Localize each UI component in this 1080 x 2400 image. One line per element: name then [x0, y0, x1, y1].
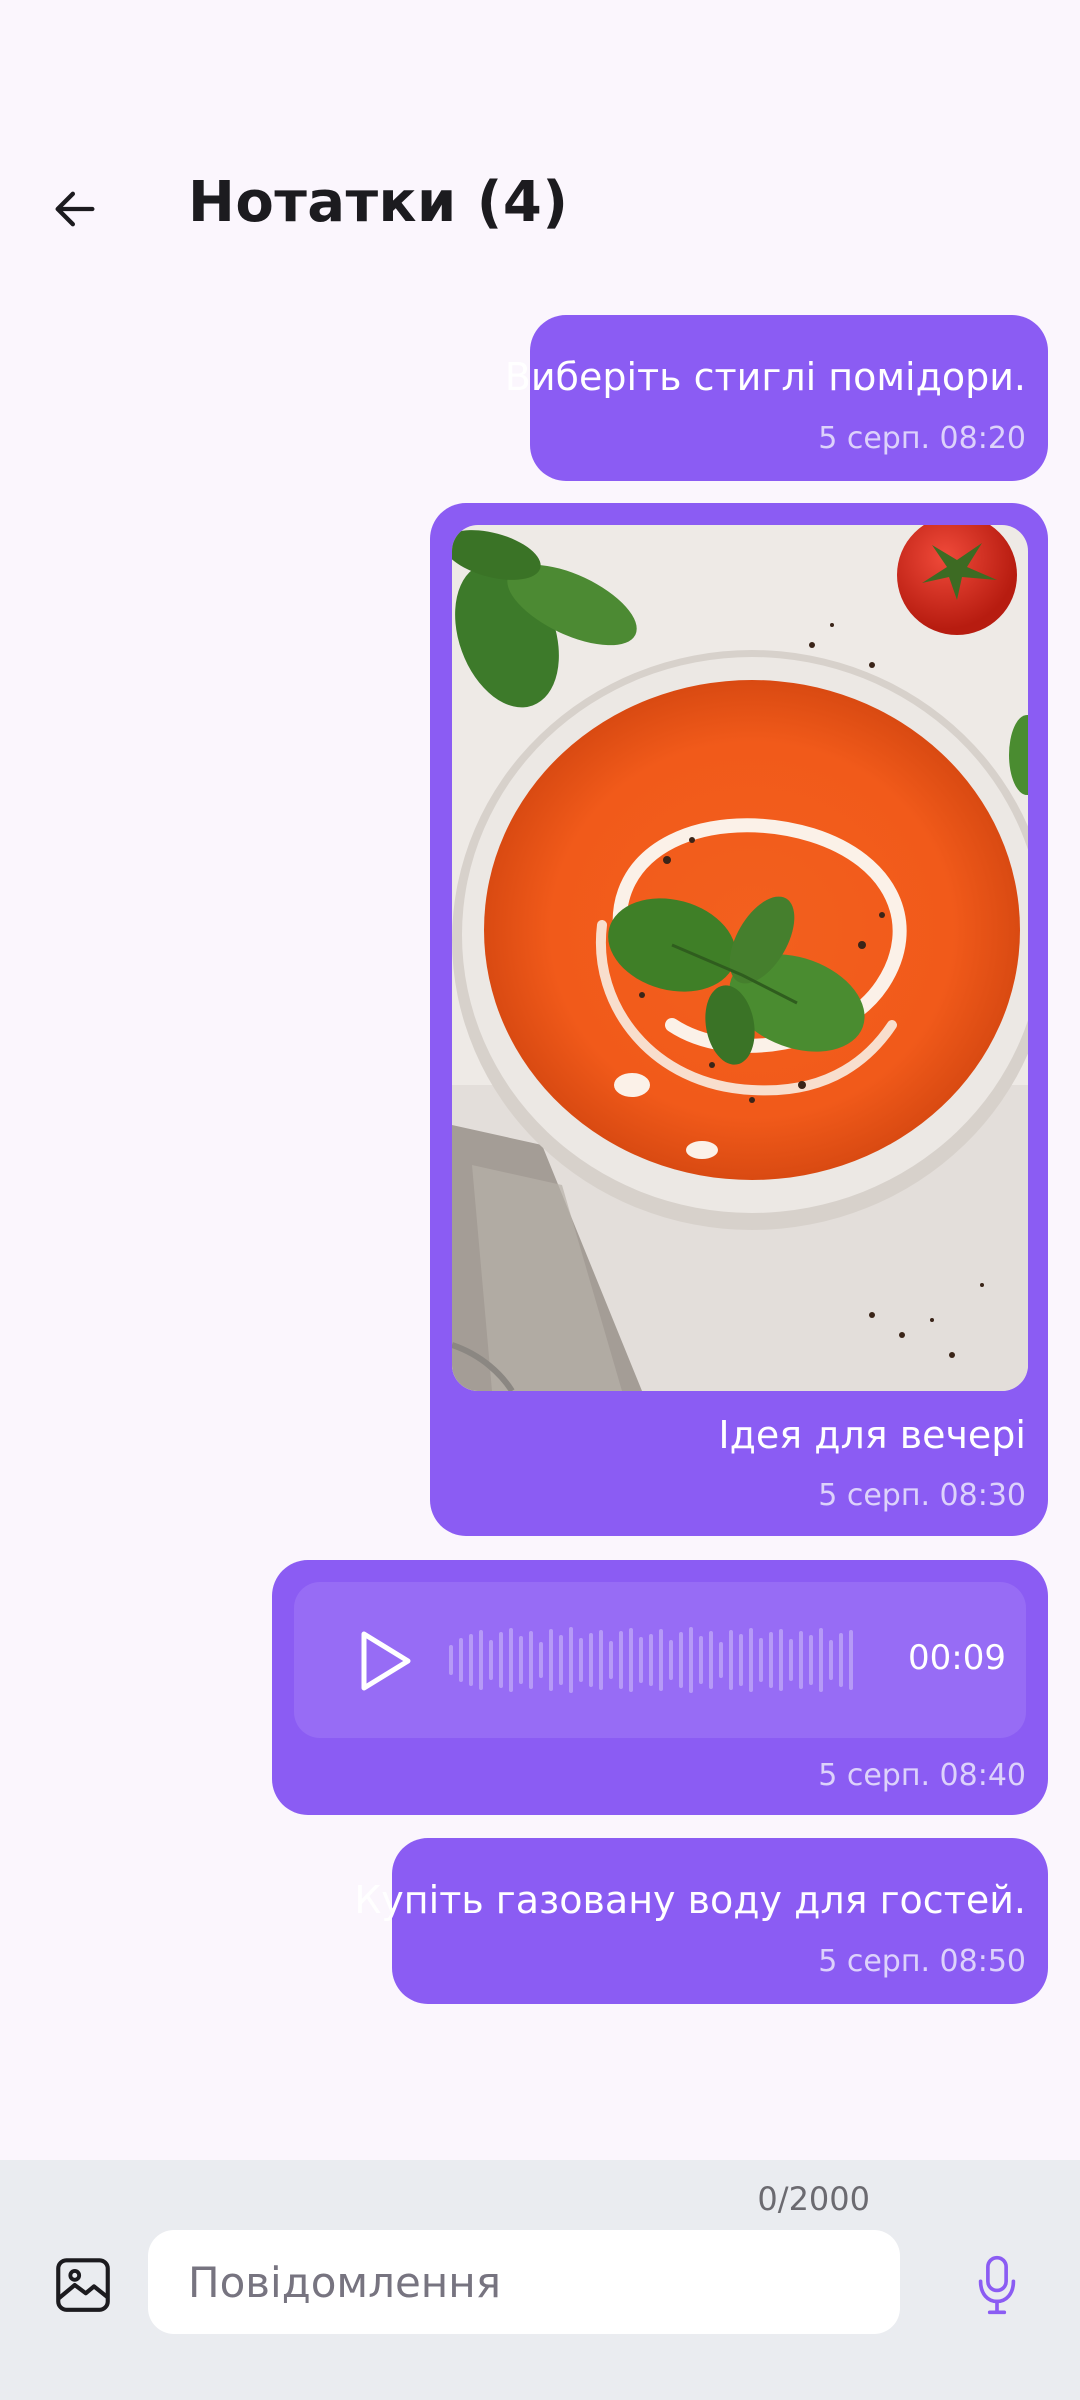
note-timestamp: 5 серп. 08:30 [818, 1478, 1026, 1513]
waveform-bar [729, 1630, 733, 1690]
waveform-bar [579, 1638, 583, 1682]
waveform-bar [459, 1638, 463, 1682]
audio-player: 00:09 [294, 1582, 1026, 1738]
waveform-bar [479, 1630, 483, 1690]
note-timestamp: 5 серп. 08:50 [818, 1944, 1026, 1979]
waveform-bar [639, 1637, 643, 1683]
waveform-bar [529, 1631, 533, 1689]
page-title: Нотатки (4) [188, 170, 569, 235]
waveform-bar [549, 1629, 553, 1691]
waveform-bar [779, 1629, 783, 1691]
attach-image-button[interactable] [50, 2252, 116, 2318]
waveform-bar [769, 1632, 773, 1688]
waveform-bar [519, 1636, 523, 1684]
waveform-bar [629, 1628, 633, 1692]
waveform-bar [699, 1636, 703, 1684]
waveform-bar [559, 1635, 563, 1685]
waveform-bar [589, 1633, 593, 1687]
waveform-bar [449, 1645, 453, 1675]
note-timestamp: 5 серп. 08:40 [818, 1758, 1026, 1793]
app-bar: Нотатки (4) [0, 150, 1080, 270]
waveform-bar [659, 1629, 663, 1691]
waveform-bar [509, 1628, 513, 1692]
message-input[interactable] [148, 2230, 900, 2334]
waveform-bar [469, 1634, 473, 1686]
mic-icon [978, 2255, 1016, 2315]
play-icon [361, 1631, 411, 1691]
note-bubble-text[interactable]: Купіть газовану воду для гостей. 5 серп.… [354, 1838, 1048, 2004]
waveform-bar [499, 1632, 503, 1688]
note-bubble-text[interactable]: Виберіть стиглі помідори. 5 серп. 08:20 [505, 315, 1048, 481]
waveform-bar [759, 1638, 763, 1682]
image-icon [56, 2258, 110, 2312]
audio-waveform[interactable] [449, 1622, 859, 1698]
waveform-bar [539, 1642, 543, 1678]
waveform-bar [649, 1634, 653, 1686]
waveform-bar [839, 1633, 843, 1687]
waveform-bar [789, 1639, 793, 1681]
play-button[interactable] [350, 1626, 420, 1696]
note-bubble-audio: 00:09 5 серп. 08:40 [272, 1560, 1048, 1815]
char-counter: 0/2000 [757, 2180, 870, 2218]
note-text: Виберіть стиглі помідори. [504, 355, 1026, 399]
waveform-bar [489, 1640, 493, 1680]
soup-photo[interactable] [452, 525, 1028, 1391]
waveform-bar [739, 1634, 743, 1686]
note-text: Купіть газовану воду для гостей. [354, 1878, 1026, 1922]
waveform-bar [609, 1641, 613, 1679]
waveform-bar [799, 1631, 803, 1689]
note-caption: Ідея для вечері [718, 1413, 1026, 1457]
note-bubble-image[interactable]: Ідея для вечері 5 серп. 08:30 [430, 503, 1048, 1536]
waveform-bar [569, 1627, 573, 1693]
waveform-bar [819, 1628, 823, 1692]
arrow-left-icon [55, 191, 95, 227]
waveform-bar [709, 1631, 713, 1689]
audio-duration: 00:09 [908, 1638, 1006, 1678]
waveform-bar [849, 1630, 853, 1690]
waveform-bar [619, 1631, 623, 1689]
waveform-bar [829, 1640, 833, 1680]
message-composer: 0/2000 [0, 2160, 1080, 2400]
waveform-bar [719, 1642, 723, 1678]
waveform-bar [749, 1628, 753, 1692]
waveform-bar [669, 1640, 673, 1680]
note-timestamp: 5 серп. 08:20 [818, 421, 1026, 456]
waveform-bar [689, 1627, 693, 1693]
waveform-bar [809, 1635, 813, 1685]
notes-screen: Нотатки (4) Виберіть стиглі помідори. 5 … [0, 0, 1080, 2400]
waveform-bar [599, 1630, 603, 1690]
voice-record-button[interactable] [962, 2250, 1032, 2320]
waveform-bar [679, 1632, 683, 1688]
back-button[interactable] [40, 174, 110, 244]
